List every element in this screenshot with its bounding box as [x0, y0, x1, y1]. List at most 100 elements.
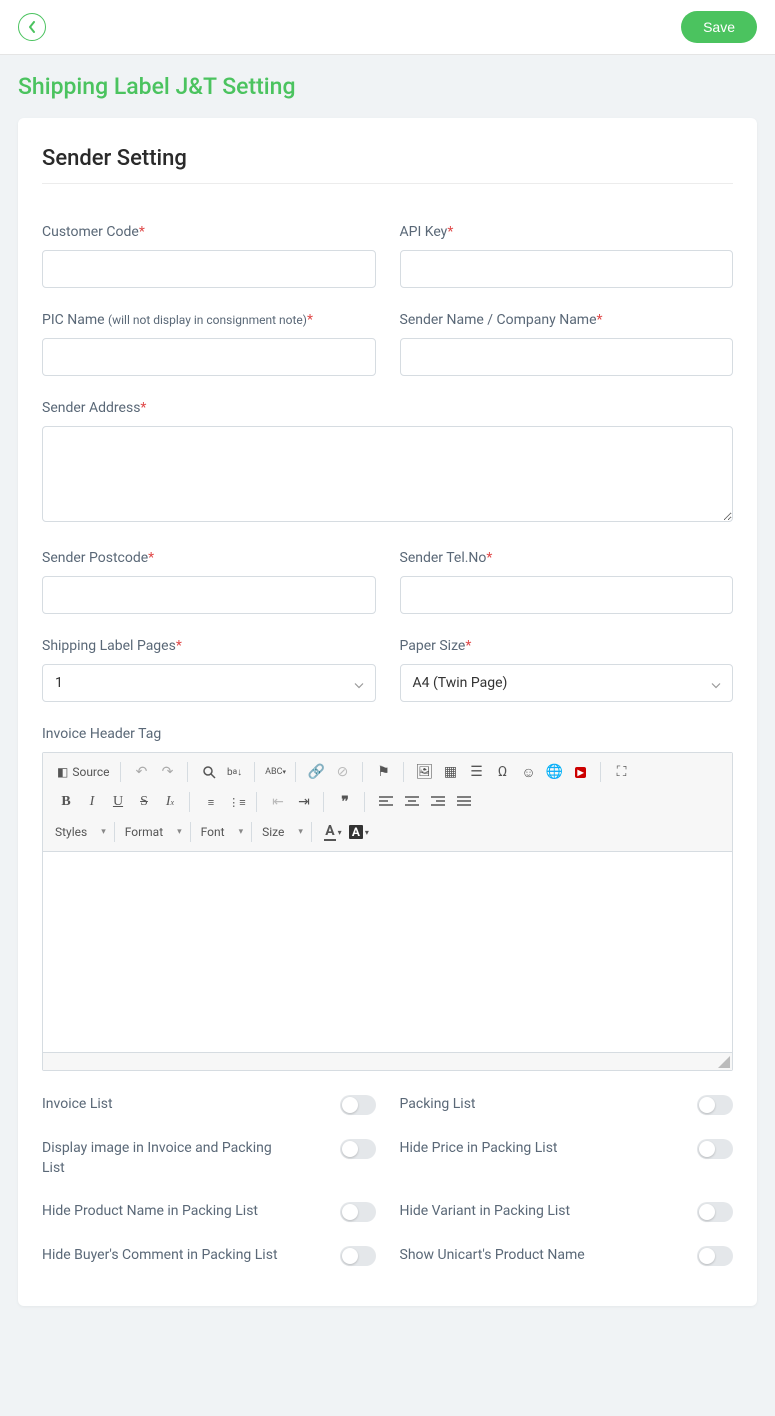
sender-tel-input[interactable]	[400, 576, 734, 614]
packing-list-toggle[interactable]	[697, 1095, 733, 1115]
editor-toolbar: ◧ Source ↶ ↷ ba↓ ABC	[43, 753, 732, 852]
invoice-header-label: Invoice Header Tag	[42, 726, 733, 742]
show-unicart-name-toggle[interactable]	[697, 1246, 733, 1266]
link-icon: 🔗	[308, 764, 325, 780]
align-justify-button[interactable]	[451, 789, 477, 815]
redo-button[interactable]: ↷	[155, 759, 181, 785]
undo-button[interactable]: ↶	[129, 759, 155, 785]
strike-button[interactable]: S	[131, 789, 157, 815]
topbar: Save	[0, 0, 775, 55]
italic-button[interactable]: I	[79, 789, 105, 815]
image-icon: 🖼	[416, 764, 434, 780]
rich-text-editor: ◧ Source ↶ ↷ ba↓ ABC	[42, 752, 733, 1071]
youtube-button[interactable]: ▶	[568, 759, 594, 785]
back-button[interactable]	[18, 13, 46, 41]
hide-variant-label: Hide Variant in Packing List	[400, 1202, 571, 1222]
spellcheck-button[interactable]: ABC▾	[263, 759, 289, 785]
font-select[interactable]: Font▾	[199, 821, 245, 843]
blockquote-button[interactable]: ❞	[332, 789, 358, 815]
customer-code-input[interactable]	[42, 250, 376, 288]
hide-variant-toggle[interactable]	[697, 1202, 733, 1222]
shipping-pages-label: Shipping Label Pages*	[42, 638, 376, 654]
link-button[interactable]: 🔗	[304, 759, 330, 785]
size-select[interactable]: Size▾	[260, 821, 305, 843]
customer-code-label: Customer Code*	[42, 224, 376, 240]
format-select[interactable]: Format▾	[123, 821, 184, 843]
save-button[interactable]: Save	[681, 11, 757, 43]
globe-icon: 🌐	[546, 764, 563, 780]
sender-name-label: Sender Name / Company Name*	[400, 312, 734, 328]
align-right-icon	[431, 796, 445, 808]
outdent-button[interactable]: ⇤	[265, 789, 291, 815]
align-justify-icon	[457, 796, 471, 808]
paper-size-label: Paper Size*	[400, 638, 734, 654]
sender-address-label: Sender Address*	[42, 400, 733, 416]
shipping-pages-select[interactable]: 1	[42, 664, 376, 702]
align-right-button[interactable]	[425, 789, 451, 815]
table-icon: ▦	[444, 764, 457, 780]
unlink-button[interactable]: ⊘	[330, 759, 356, 785]
search-icon	[202, 765, 216, 779]
sender-postcode-label: Sender Postcode*	[42, 550, 376, 566]
iframe-button[interactable]: 🌐	[542, 759, 568, 785]
source-icon: ◧	[57, 765, 68, 779]
omega-icon: Ω	[498, 764, 507, 780]
pic-name-input[interactable]	[42, 338, 376, 376]
unlink-icon: ⊘	[337, 764, 349, 780]
sender-postcode-input[interactable]	[42, 576, 376, 614]
align-left-button[interactable]	[373, 789, 399, 815]
underline-button[interactable]: U	[105, 789, 131, 815]
align-left-icon	[379, 796, 393, 808]
ol-icon: ≡	[208, 796, 214, 809]
image-button[interactable]: 🖼	[412, 759, 438, 785]
maximize-icon: ⛶	[617, 764, 627, 780]
hide-buyer-comment-toggle[interactable]	[340, 1246, 376, 1266]
hr-icon: ☰	[470, 764, 483, 780]
resize-handle[interactable]	[718, 1056, 730, 1068]
api-key-label: API Key*	[400, 224, 734, 240]
outdent-icon: ⇤	[272, 794, 284, 810]
bold-button[interactable]: B	[53, 789, 79, 815]
hide-product-name-toggle[interactable]	[340, 1202, 376, 1222]
emoji-button[interactable]: ☺	[516, 759, 542, 785]
smiley-icon: ☺	[521, 764, 535, 781]
remove-format-button[interactable]: Ix	[157, 789, 183, 815]
page-title: Shipping Label J&T Setting	[18, 73, 757, 100]
ordered-list-button[interactable]: ≡	[198, 789, 224, 815]
pic-name-label: PIC Name (will not display in consignmen…	[42, 312, 376, 328]
unordered-list-button[interactable]: ⋮≡	[224, 789, 250, 815]
invoice-list-toggle[interactable]	[340, 1095, 376, 1115]
styles-select[interactable]: Styles▾	[53, 821, 108, 843]
text-color-button[interactable]: A▾	[320, 819, 346, 845]
maximize-button[interactable]: ⛶	[609, 759, 635, 785]
indent-icon: ⇥	[298, 794, 310, 810]
chevron-left-icon	[27, 21, 37, 33]
ul-icon: ⋮≡	[228, 796, 245, 809]
editor-resize-bar	[43, 1052, 732, 1070]
replace-button[interactable]: ba↓	[222, 759, 248, 785]
source-button[interactable]: ◧ Source	[53, 763, 114, 781]
table-button[interactable]: ▦	[438, 759, 464, 785]
hr-button[interactable]: ☰	[464, 759, 490, 785]
flag-icon: ⚑	[377, 764, 390, 780]
sender-name-input[interactable]	[400, 338, 734, 376]
bg-color-icon: A	[349, 825, 363, 839]
text-color-icon: A	[324, 823, 335, 841]
find-button[interactable]	[196, 759, 222, 785]
packing-list-label: Packing List	[400, 1095, 476, 1115]
hide-price-toggle[interactable]	[697, 1139, 733, 1159]
editor-content[interactable]	[43, 852, 732, 1052]
show-unicart-name-label: Show Unicart's Product Name	[400, 1246, 585, 1266]
api-key-input[interactable]	[400, 250, 734, 288]
paper-size-select[interactable]: A4 (Twin Page)	[400, 664, 734, 702]
align-center-button[interactable]	[399, 789, 425, 815]
sender-address-input[interactable]	[42, 426, 733, 522]
settings-card: Sender Setting Customer Code* API Key* P…	[18, 118, 757, 1306]
youtube-icon: ▶	[575, 767, 585, 778]
align-center-icon	[405, 796, 419, 808]
bg-color-button[interactable]: A▾	[346, 819, 372, 845]
display-image-toggle[interactable]	[340, 1139, 376, 1159]
indent-button[interactable]: ⇥	[291, 789, 317, 815]
special-char-button[interactable]: Ω	[490, 759, 516, 785]
flag-button[interactable]: ⚑	[371, 759, 397, 785]
